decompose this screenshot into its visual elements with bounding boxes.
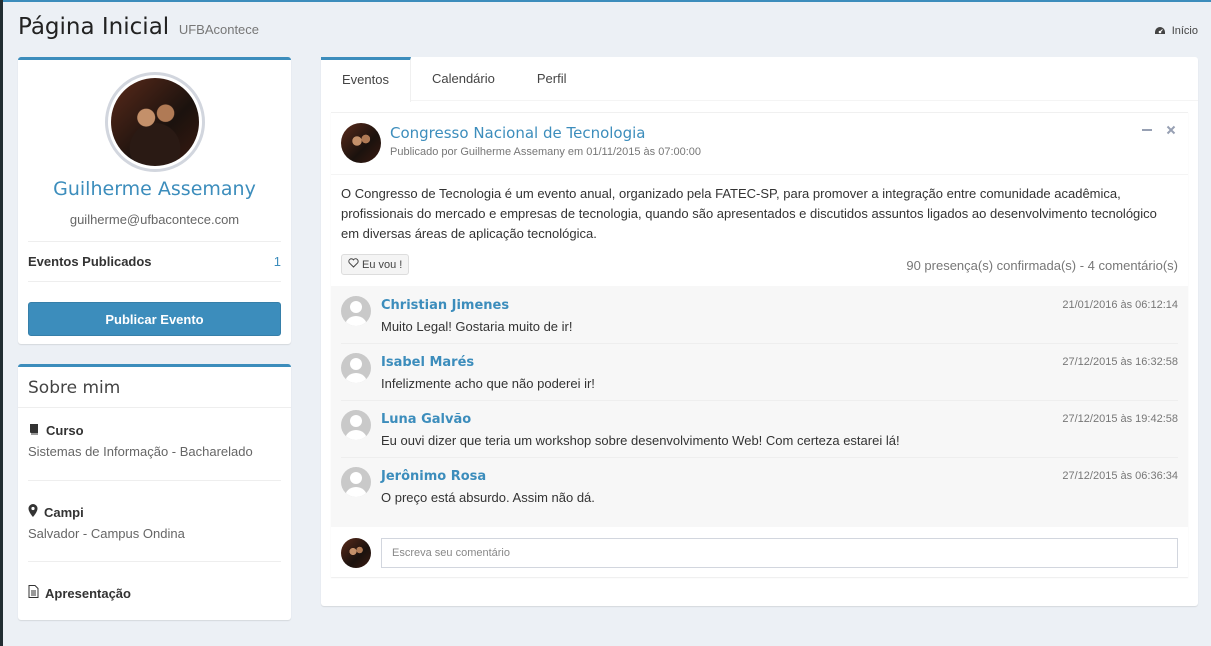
- tab-profile[interactable]: Perfil: [516, 57, 588, 100]
- comment-item: Isabel Marés 27/12/2015 às 16:32:58 Infe…: [341, 343, 1178, 400]
- comment-author[interactable]: Jerônimo Rosa: [381, 469, 486, 484]
- post-body: O Congresso de Tecnologia é um evento an…: [341, 186, 1157, 241]
- close-icon[interactable]: [1166, 122, 1176, 138]
- main-panel: Eventos Calendário Perfil Congresso Naci…: [321, 57, 1198, 606]
- post-author-avatar: [341, 123, 381, 163]
- about-label-campus: Campi: [44, 504, 84, 520]
- user-placeholder-icon: [341, 410, 371, 440]
- post-tools: [1142, 122, 1176, 138]
- comment-form: [331, 527, 1188, 578]
- profile-name: Guilherme Assemany: [53, 178, 256, 200]
- comment-item: Luna Galvão 27/12/2015 às 19:42:58 Eu ou…: [341, 400, 1178, 457]
- heart-icon: [348, 258, 359, 271]
- page-title: Página Inicial: [18, 14, 170, 40]
- post-title[interactable]: Congresso Nacional de Tecnologia: [390, 124, 645, 142]
- sidebar-edge: [0, 0, 3, 646]
- published-events-stat: Eventos Publicados 1: [28, 241, 281, 282]
- about-me-box: Sobre mim Curso Sistemas de Informação -…: [18, 364, 291, 620]
- profile-box: Guilherme Assemany guilherme@ufbacontece…: [18, 57, 291, 344]
- breadcrumb[interactable]: Início: [1154, 25, 1198, 37]
- publish-event-button[interactable]: Publicar Evento: [28, 302, 281, 336]
- comment-item: Christian Jimenes 21/01/2016 às 06:12:14…: [341, 286, 1178, 343]
- about-label-presentation: Apresentação: [45, 585, 131, 601]
- stat-value-link[interactable]: 1: [274, 254, 281, 269]
- about-item-campus: Campi Salvador - Campus Ondina: [28, 504, 281, 541]
- dashboard-icon: [1154, 26, 1166, 36]
- comment-text: Infelizmente acho que não poderei ir!: [381, 376, 595, 391]
- divider: [18, 407, 291, 408]
- minimize-icon[interactable]: [1142, 122, 1152, 138]
- comment-text: O preço está absurdo. Assim não dá.: [381, 490, 595, 505]
- divider: [331, 174, 1188, 175]
- breadcrumb-home-link[interactable]: Início: [1172, 25, 1198, 37]
- comment-text: Muito Legal! Gostaria muito de ir!: [381, 319, 573, 334]
- about-title: Sobre mim: [28, 378, 121, 398]
- comment-author[interactable]: Isabel Marés: [381, 355, 474, 370]
- attend-button-label: Eu vou !: [362, 258, 403, 271]
- profile-avatar: [105, 72, 205, 172]
- about-value-course: Sistemas de Informação - Bacharelado: [28, 444, 253, 459]
- top-accent-line: [0, 0, 1211, 2]
- about-value-campus: Salvador - Campus Ondina: [28, 526, 185, 541]
- map-marker-icon: [28, 504, 38, 520]
- content-header: Página Inicial UFBAcontece Início: [18, 14, 1198, 48]
- book-icon: [28, 423, 40, 438]
- tab-events[interactable]: Eventos: [321, 57, 411, 102]
- post-stats: 90 presença(s) confirmada(s) - 4 comentá…: [906, 258, 1178, 273]
- comment-text: Eu ouvi dizer que teria um workshop sobr…: [381, 433, 900, 448]
- divider: [28, 561, 281, 562]
- post-meta: Publicado por Guilherme Assemany em 01/1…: [390, 146, 702, 158]
- comment-input[interactable]: [381, 538, 1178, 568]
- user-placeholder-icon: [341, 353, 371, 383]
- attend-button[interactable]: Eu vou !: [341, 254, 410, 275]
- tab-calendar[interactable]: Calendário: [411, 57, 516, 100]
- about-item-presentation: Apresentação: [28, 585, 281, 601]
- comment-date: 27/12/2015 às 16:32:58: [1062, 356, 1178, 368]
- page-subtitle: UFBAcontece: [178, 22, 260, 37]
- profile-email: guilherme@ufbacontece.com: [69, 212, 240, 227]
- comment-date: 27/12/2015 às 06:36:34: [1062, 470, 1178, 482]
- user-placeholder-icon: [341, 467, 371, 497]
- file-text-icon: [28, 585, 39, 601]
- nav-tabs: Eventos Calendário Perfil: [321, 57, 1198, 102]
- about-label-course: Curso: [46, 423, 84, 438]
- current-user-avatar: [341, 538, 371, 568]
- about-item-course: Curso Sistemas de Informação - Bacharela…: [28, 423, 281, 459]
- divider: [28, 480, 281, 481]
- comment-author[interactable]: Christian Jimenes: [381, 298, 509, 313]
- stat-label: Eventos Publicados: [28, 254, 152, 269]
- comments-list: Christian Jimenes 21/01/2016 às 06:12:14…: [331, 286, 1188, 527]
- comment-date: 21/01/2016 às 06:12:14: [1062, 299, 1178, 311]
- event-post: Congresso Nacional de Tecnologia Publica…: [331, 112, 1188, 577]
- comment-author[interactable]: Luna Galvão: [381, 412, 471, 427]
- comment-date: 27/12/2015 às 19:42:58: [1062, 413, 1178, 425]
- comment-item: Jerônimo Rosa 27/12/2015 às 06:36:34 O p…: [341, 457, 1178, 514]
- user-placeholder-icon: [341, 296, 371, 326]
